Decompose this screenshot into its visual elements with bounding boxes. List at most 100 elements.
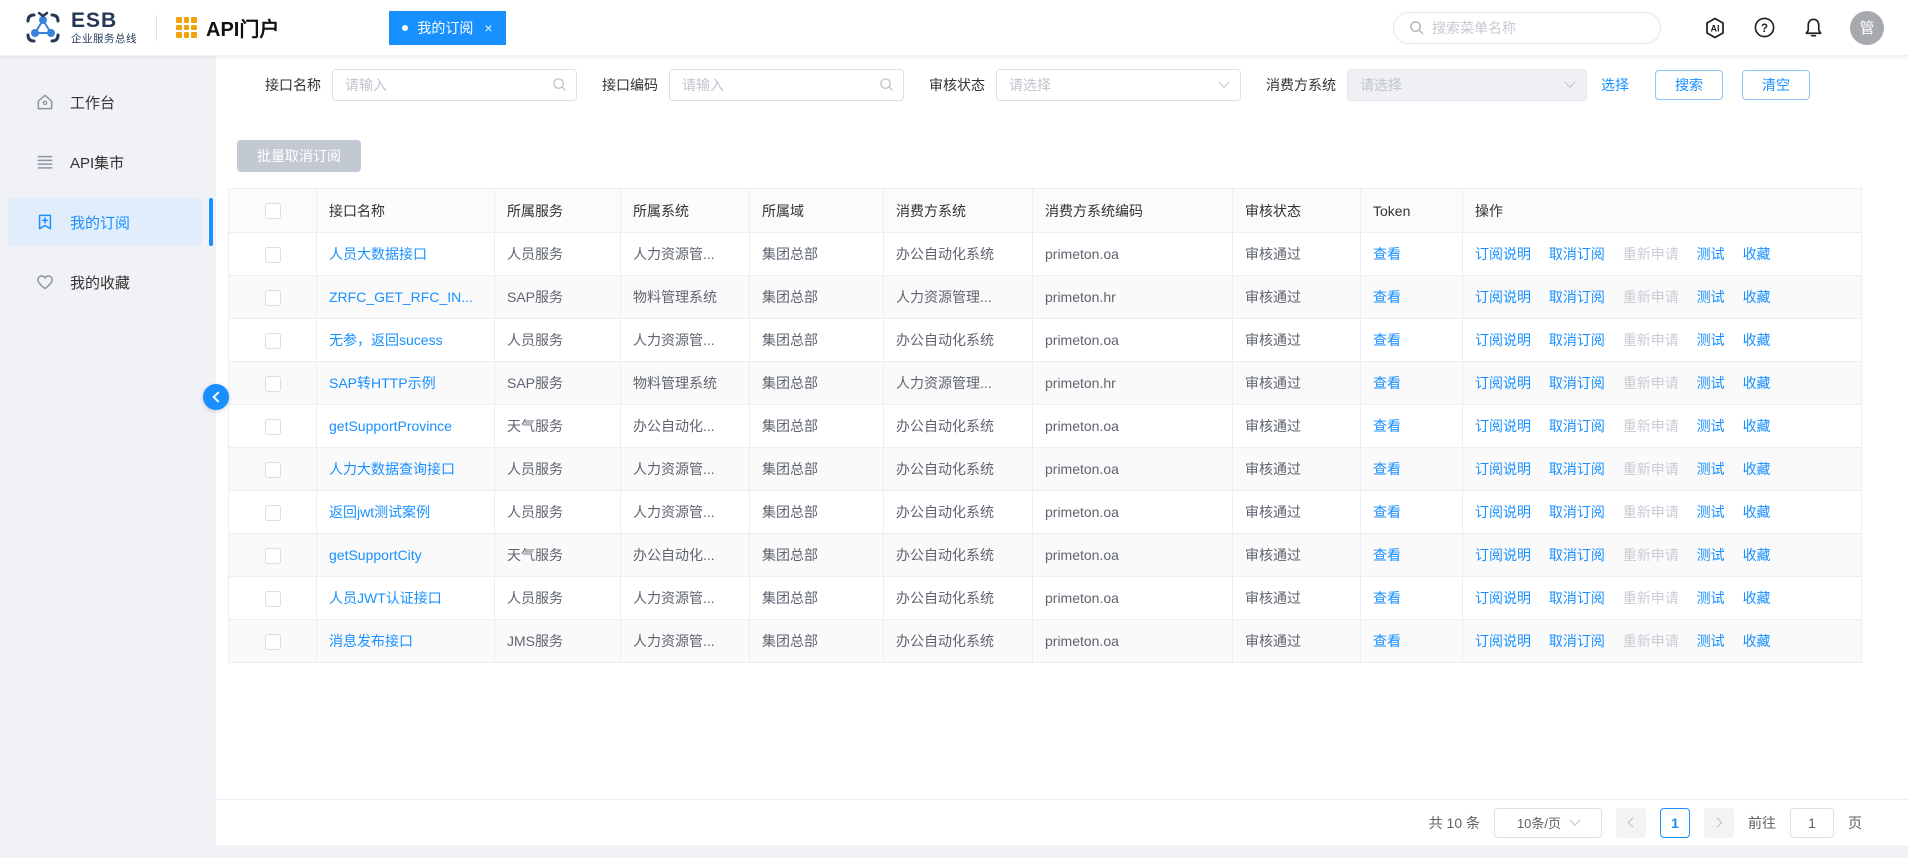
- test-link[interactable]: 测试: [1697, 375, 1725, 391]
- next-page-button[interactable]: [1704, 807, 1734, 838]
- test-link[interactable]: 测试: [1697, 633, 1725, 649]
- token-view-link[interactable]: 查看: [1373, 504, 1401, 520]
- sidebar-collapse-toggle[interactable]: [203, 384, 229, 410]
- api-name-link[interactable]: 消息发布接口: [329, 633, 413, 649]
- row-checkbox[interactable]: [264, 246, 281, 263]
- subscribe-info-link[interactable]: 订阅说明: [1475, 547, 1531, 563]
- row-checkbox[interactable]: [264, 504, 281, 521]
- subscribe-info-link[interactable]: 订阅说明: [1475, 633, 1531, 649]
- sidebar-item-api-market[interactable]: API集市: [8, 138, 202, 186]
- row-actions: 订阅说明 取消订阅 重新申请 测试 收藏: [1462, 619, 1862, 663]
- subscribe-info-link[interactable]: 订阅说明: [1475, 590, 1531, 606]
- api-name-link[interactable]: 返回jwt测试案例: [329, 504, 430, 520]
- subscribe-info-link[interactable]: 订阅说明: [1475, 375, 1531, 391]
- sidebar-item-my-favorites[interactable]: 我的收藏: [8, 258, 202, 306]
- favorite-link[interactable]: 收藏: [1743, 461, 1771, 477]
- subscribe-info-link[interactable]: 订阅说明: [1475, 246, 1531, 262]
- subscribe-info-link[interactable]: 订阅说明: [1475, 418, 1531, 434]
- unsubscribe-link[interactable]: 取消订阅: [1549, 418, 1605, 434]
- test-link[interactable]: 测试: [1697, 590, 1725, 606]
- row-checkbox[interactable]: [264, 375, 281, 392]
- favorite-link[interactable]: 收藏: [1743, 375, 1771, 391]
- menu-search-box[interactable]: [1393, 11, 1661, 44]
- unsubscribe-link[interactable]: 取消订阅: [1549, 375, 1605, 391]
- clear-button[interactable]: 清空: [1742, 70, 1810, 100]
- subscribe-info-link[interactable]: 订阅说明: [1475, 332, 1531, 348]
- api-name-link[interactable]: getSupportProvince: [329, 418, 452, 434]
- api-name-link[interactable]: getSupportCity: [329, 547, 422, 563]
- bell-icon[interactable]: [1801, 16, 1825, 40]
- favorite-link[interactable]: 收藏: [1743, 504, 1771, 520]
- sidebar-item-workbench[interactable]: 工作台: [8, 78, 202, 126]
- api-name-link[interactable]: ZRFC_GET_RFC_IN...: [329, 289, 473, 305]
- token-view-link[interactable]: 查看: [1373, 332, 1401, 348]
- api-code-input[interactable]: [669, 69, 904, 101]
- token-view-link[interactable]: 查看: [1373, 418, 1401, 434]
- row-checkbox[interactable]: [264, 332, 281, 349]
- audit-status-select[interactable]: 请选择: [996, 69, 1241, 101]
- favorite-link[interactable]: 收藏: [1743, 633, 1771, 649]
- page-size-select[interactable]: 10条/页: [1494, 807, 1602, 838]
- menu-search-input[interactable]: [1432, 19, 1645, 36]
- row-checkbox[interactable]: [264, 633, 281, 650]
- subscribe-info-link[interactable]: 订阅说明: [1475, 504, 1531, 520]
- subscribe-info-link[interactable]: 订阅说明: [1475, 289, 1531, 305]
- token-view-link[interactable]: 查看: [1373, 246, 1401, 262]
- api-name-link[interactable]: 人员大数据接口: [329, 246, 427, 262]
- api-name-link[interactable]: 无参，返回sucess: [329, 332, 443, 348]
- filter-label-consumer-system: 消费方系统: [1266, 77, 1336, 93]
- sidebar-item-my-subscriptions[interactable]: 我的订阅: [8, 198, 213, 246]
- favorite-link[interactable]: 收藏: [1743, 289, 1771, 305]
- unsubscribe-link[interactable]: 取消订阅: [1549, 504, 1605, 520]
- unsubscribe-link[interactable]: 取消订阅: [1549, 633, 1605, 649]
- favorite-link[interactable]: 收藏: [1743, 590, 1771, 606]
- unsubscribe-link[interactable]: 取消订阅: [1549, 289, 1605, 305]
- page-number-1[interactable]: 1: [1660, 807, 1690, 838]
- select-all-checkbox[interactable]: [264, 203, 281, 220]
- test-link[interactable]: 测试: [1697, 461, 1725, 477]
- prev-page-button[interactable]: [1616, 807, 1646, 838]
- favorite-link[interactable]: 收藏: [1743, 332, 1771, 348]
- unsubscribe-link[interactable]: 取消订阅: [1549, 590, 1605, 606]
- subscribe-info-link[interactable]: 订阅说明: [1475, 461, 1531, 477]
- unsubscribe-link[interactable]: 取消订阅: [1549, 246, 1605, 262]
- token-view-link[interactable]: 查看: [1373, 590, 1401, 606]
- tab-my-subscriptions[interactable]: 我的订阅 ×: [389, 10, 506, 45]
- status-cell: 审核通过: [1232, 576, 1361, 620]
- unsubscribe-link[interactable]: 取消订阅: [1549, 547, 1605, 563]
- test-link[interactable]: 测试: [1697, 246, 1725, 262]
- select-consumer-link[interactable]: 选择: [1601, 75, 1629, 95]
- tab-close-icon[interactable]: ×: [484, 20, 492, 36]
- favorite-link[interactable]: 收藏: [1743, 246, 1771, 262]
- test-link[interactable]: 测试: [1697, 547, 1725, 563]
- api-name-input[interactable]: [332, 69, 577, 101]
- api-name-link[interactable]: SAP转HTTP示例: [329, 375, 436, 391]
- api-name-link[interactable]: 人员JWT认证接口: [329, 590, 442, 606]
- goto-page-input[interactable]: [1790, 807, 1834, 838]
- token-view-link[interactable]: 查看: [1373, 461, 1401, 477]
- api-name-link[interactable]: 人力大数据查询接口: [329, 461, 455, 477]
- unsubscribe-link[interactable]: 取消订阅: [1549, 461, 1605, 477]
- token-view-link[interactable]: 查看: [1373, 375, 1401, 391]
- help-icon[interactable]: ?: [1752, 16, 1776, 40]
- token-view-link[interactable]: 查看: [1373, 547, 1401, 563]
- test-link[interactable]: 测试: [1697, 332, 1725, 348]
- token-view-link[interactable]: 查看: [1373, 289, 1401, 305]
- system-cell: 物料管理系统: [620, 361, 750, 405]
- favorite-link[interactable]: 收藏: [1743, 547, 1771, 563]
- favorite-link[interactable]: 收藏: [1743, 418, 1771, 434]
- ai-assistant-icon[interactable]: AI: [1703, 16, 1727, 40]
- test-link[interactable]: 测试: [1697, 504, 1725, 520]
- unsubscribe-link[interactable]: 取消订阅: [1549, 332, 1605, 348]
- row-checkbox[interactable]: [264, 289, 281, 306]
- test-link[interactable]: 测试: [1697, 289, 1725, 305]
- row-checkbox[interactable]: [264, 547, 281, 564]
- token-view-link[interactable]: 查看: [1373, 633, 1401, 649]
- row-checkbox[interactable]: [264, 461, 281, 478]
- user-avatar[interactable]: 管: [1850, 10, 1884, 45]
- reapply-link: 重新申请: [1622, 504, 1679, 520]
- search-button[interactable]: 搜索: [1655, 70, 1723, 100]
- row-checkbox[interactable]: [264, 418, 281, 435]
- row-checkbox[interactable]: [264, 590, 281, 607]
- test-link[interactable]: 测试: [1697, 418, 1725, 434]
